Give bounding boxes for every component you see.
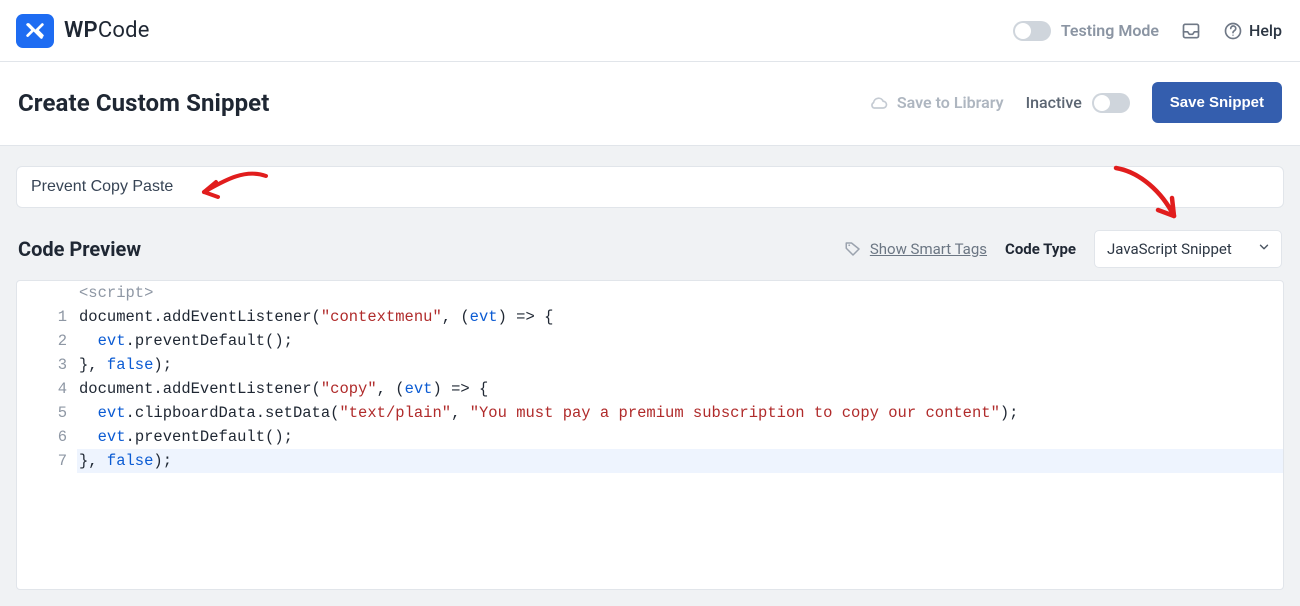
snippet-title-input[interactable] (16, 166, 1284, 208)
code-type-label: Code Type (1005, 240, 1076, 258)
logo-icon (16, 14, 54, 48)
help-button[interactable]: Help (1223, 21, 1282, 41)
testing-mode-group: Testing Mode (1013, 21, 1159, 41)
logo-text: WPCode (64, 18, 150, 43)
gutter-line-number: 7 (17, 449, 77, 473)
appbar-right: Testing Mode Help (1013, 21, 1282, 41)
content: Code Preview Show Smart Tags Code Type J… (0, 146, 1300, 606)
gutter-line-number: 1 (17, 305, 77, 329)
code-text: document.addEventListener("contextmenu",… (77, 305, 1283, 329)
gutter-line-number: 6 (17, 425, 77, 449)
logo: WPCode (16, 14, 150, 48)
show-smart-tags-label: Show Smart Tags (870, 240, 987, 258)
save-to-library-label: Save to Library (897, 93, 1004, 112)
tag-icon (844, 240, 862, 258)
code-text: evt.clipboardData.setData("text/plain", … (77, 401, 1283, 425)
save-to-library-button[interactable]: Save to Library (869, 93, 1004, 113)
inbox-icon[interactable] (1181, 21, 1201, 41)
code-preview-label: Code Preview (18, 237, 141, 261)
inactive-label: Inactive (1026, 93, 1082, 112)
appbar: WPCode Testing Mode Help (0, 0, 1300, 62)
help-label: Help (1249, 21, 1282, 40)
page-title: Create Custom Snippet (18, 89, 269, 117)
logo-text-light: Code (98, 18, 150, 43)
page-actions: Save to Library Inactive Save Snippet (869, 82, 1282, 123)
code-line[interactable]: 3}, false); (17, 353, 1283, 377)
chevron-down-icon (1257, 240, 1271, 258)
gutter-line-number: 2 (17, 329, 77, 353)
page-header: Create Custom Snippet Save to Library In… (0, 62, 1300, 146)
testing-mode-label: Testing Mode (1061, 21, 1159, 40)
code-line[interactable]: 4document.addEventListener("copy", (evt)… (17, 377, 1283, 401)
save-snippet-button[interactable]: Save Snippet (1152, 82, 1282, 123)
show-smart-tags-link[interactable]: Show Smart Tags (844, 240, 987, 258)
gutter-line-number: 4 (17, 377, 77, 401)
meta-row: Code Preview Show Smart Tags Code Type J… (18, 230, 1282, 268)
code-text: evt.preventDefault(); (77, 329, 1283, 353)
code-type-select[interactable]: JavaScript Snippet (1094, 230, 1282, 268)
gutter-line-number: 3 (17, 353, 77, 377)
active-toggle[interactable] (1092, 93, 1130, 113)
cloud-icon (869, 93, 889, 113)
code-editor[interactable]: <script> 1document.addEventListener("con… (16, 280, 1284, 590)
code-text: }, false); (77, 353, 1283, 377)
code-text: document.addEventListener("copy", (evt) … (77, 377, 1283, 401)
code-type-value: JavaScript Snippet (1107, 240, 1232, 258)
code-text: }, false); (77, 449, 1283, 473)
active-status-group: Inactive (1026, 93, 1130, 113)
code-line[interactable]: 2 evt.preventDefault(); (17, 329, 1283, 353)
logo-text-strong: WP (64, 18, 98, 43)
code-line[interactable]: 6 evt.preventDefault(); (17, 425, 1283, 449)
testing-mode-toggle[interactable] (1013, 21, 1051, 41)
gutter-line-number: 5 (17, 401, 77, 425)
code-text: evt.preventDefault(); (77, 425, 1283, 449)
code-prelude: <script> (77, 281, 1283, 305)
code-line[interactable]: 7}, false); (17, 449, 1283, 473)
code-line[interactable]: 1document.addEventListener("contextmenu"… (17, 305, 1283, 329)
code-line[interactable]: 5 evt.clipboardData.setData("text/plain"… (17, 401, 1283, 425)
